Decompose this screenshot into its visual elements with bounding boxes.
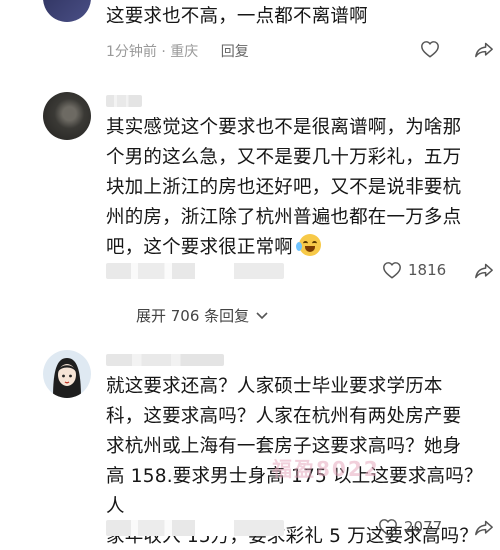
heart-outline-icon (378, 518, 398, 536)
heart-outline-icon (420, 40, 440, 58)
meta-blurred (106, 263, 284, 279)
comment-line: 科，这要求高吗？人家在杭州有两处房产要 (106, 406, 462, 427)
expand-replies-label: 展开 706 条回复 (136, 307, 250, 325)
share-arrow-icon[interactable] (474, 41, 494, 59)
reply-button[interactable]: 回复 (221, 44, 249, 60)
share-arrow-icon[interactable] (474, 519, 494, 537)
avatar-illustration (53, 358, 81, 398)
watermark: 福盈8022 (272, 457, 380, 481)
like-button[interactable]: 1816 (382, 261, 446, 279)
avatar[interactable] (43, 92, 91, 140)
like-count: 2077 (404, 518, 443, 536)
like-button[interactable]: 2077 (378, 518, 442, 536)
like-count: 1816 (408, 261, 447, 279)
meta-separator: · (161, 44, 171, 60)
comment-line: 其实感觉这个要求也不是很离谱啊，为啥那 (106, 117, 462, 138)
username-blurred (106, 95, 142, 107)
like-button[interactable] (420, 40, 440, 58)
comment-text: 其实感觉这个要求也不是很离谱啊，为啥那 个男的这么急，又不是要几十万彩礼，五万 … (106, 113, 492, 263)
crying-laughing-emoji (296, 234, 322, 256)
heart-outline-icon (382, 261, 402, 279)
expand-replies-button[interactable]: 展开 706 条回复 (136, 305, 269, 326)
comment-line: 吧，这个要求很正常啊 (106, 237, 294, 258)
comment-1: 这要求也不高，一点都不离谱啊 1分钟前 · 重庆 回复 (0, 0, 500, 75)
username-blurred (106, 354, 224, 366)
comment-text: 这要求也不高，一点都不离谱啊 (106, 6, 368, 27)
comment-line: 就这要求还高？人家硕士毕业要求学历本 (106, 376, 443, 397)
comment-meta: 1分钟前 · 重庆 回复 (106, 41, 249, 61)
share-arrow-icon[interactable] (474, 262, 494, 280)
avatar[interactable] (43, 0, 91, 22)
comment-line: 个男的这么急，又不是要几十万彩礼，五万 (106, 147, 462, 168)
chevron-down-icon (255, 307, 269, 325)
comment-3: 就这要求还高？人家硕士毕业要求学历本 科，这要求高吗？人家在杭州有两处房产要 求… (0, 340, 500, 550)
comment-time: 1分钟前 (106, 44, 157, 60)
comment-location: 重庆 (170, 44, 199, 60)
comment-2: 其实感觉这个要求也不是很离谱啊，为啥那 个男的这么急，又不是要几十万彩礼，五万 … (0, 85, 500, 335)
comment-line: 州的房，浙江除了杭州普遍也都在一万多点 (106, 207, 462, 228)
comment-line-last: 吧，这个要求很正常啊 (106, 233, 492, 263)
comment-line: 块加上浙江的房也还好吧，又不是说非要杭 (106, 177, 462, 198)
meta-blurred (106, 520, 284, 536)
avatar[interactable] (43, 350, 91, 398)
